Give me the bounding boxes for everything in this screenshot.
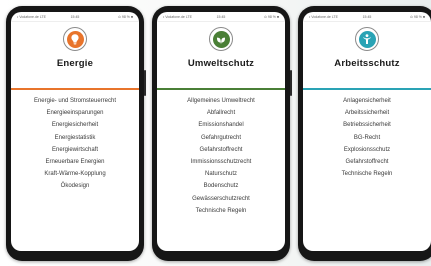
worker-icon	[355, 27, 379, 51]
topic-item[interactable]: Abfallrecht	[157, 107, 285, 119]
screen-energie: • Vodafone.de LTE 15:45 ⊙ 98 % ■ Energie	[11, 12, 139, 251]
topic-list: Anlagensicherheit Arbeitssicherheit Betr…	[303, 90, 431, 180]
status-time: 15:45	[216, 14, 226, 19]
topic-list: Allgemeines Umweltrecht Abfallrecht Emis…	[157, 90, 285, 217]
topic-item[interactable]: Allgemeines Umweltrecht	[157, 95, 285, 107]
topic-list: Energie- und Stromsteuerrecht Energieein…	[11, 90, 139, 193]
lightbulb-icon	[63, 27, 87, 51]
phone-mockups: • Vodafone.de LTE 15:45 ⊙ 98 % ■ Energie	[0, 0, 431, 266]
card-title: Arbeitsschutz	[334, 58, 400, 69]
topic-item[interactable]: Gewässerschutzrecht	[157, 193, 285, 205]
card-header: Arbeitsschutz	[303, 22, 431, 88]
topic-item[interactable]: Naturschutz	[157, 168, 285, 180]
phone-side-button	[290, 70, 292, 96]
status-time: 15:45	[70, 14, 80, 19]
card-title: Energie	[56, 58, 94, 69]
card-header: Umweltschutz	[157, 22, 285, 88]
topic-item[interactable]: Energiesicherheit	[11, 119, 139, 131]
topic-item[interactable]: Energiewirtschaft	[11, 144, 139, 156]
topic-item[interactable]: Energie- und Stromsteuerrecht	[11, 95, 139, 107]
topic-item[interactable]: Bodenschutz	[157, 180, 285, 192]
topic-item[interactable]: Kraft-Wärme-Kopplung	[11, 168, 139, 180]
phone-side-button	[144, 70, 146, 96]
screen-umweltschutz: • Vodafone.de LTE 15:45 ⊙ 98 % ■ Umwelts…	[157, 12, 285, 251]
topic-item[interactable]: Gefahrgutrecht	[157, 132, 285, 144]
topic-item[interactable]: Immissionsschutzrecht	[157, 156, 285, 168]
topic-item[interactable]: Arbeitssicherheit	[303, 107, 431, 119]
topic-item[interactable]: Emissionshandel	[157, 119, 285, 131]
topic-item[interactable]: Gefahrstoffrecht	[303, 156, 431, 168]
topic-item[interactable]: Betriebssicherheit	[303, 119, 431, 131]
phone-umweltschutz: • Vodafone.de LTE 15:45 ⊙ 98 % ■ Umwelts…	[152, 6, 292, 261]
topic-item[interactable]: Energiestatistik	[11, 132, 139, 144]
topic-item[interactable]: Erneuerbare Energien	[11, 156, 139, 168]
status-bar: • Vodafone.de LTE 15:45 ⊙ 98 % ■	[11, 12, 139, 22]
status-bar: • Vodafone.de LTE 15:45 ⊙ 98 % ■	[157, 12, 285, 22]
card-title: Umweltschutz	[187, 58, 255, 69]
status-time: 15:45	[362, 14, 372, 19]
screen-arbeitsschutz: • Vodafone.de LTE 15:45 ⊙ 98 % ■ Arbeits…	[303, 12, 431, 251]
topic-item[interactable]: Technische Regeln	[157, 205, 285, 217]
topic-item[interactable]: BG-Recht	[303, 132, 431, 144]
topic-item[interactable]: Gefahrstoffrecht	[157, 144, 285, 156]
phone-arbeitsschutz: • Vodafone.de LTE 15:45 ⊙ 98 % ■ Arbeits…	[298, 6, 431, 261]
topic-item[interactable]: Energieeinsparungen	[11, 107, 139, 119]
topic-item[interactable]: Technische Regeln	[303, 168, 431, 180]
phone-energie: • Vodafone.de LTE 15:45 ⊙ 98 % ■ Energie	[6, 6, 146, 261]
status-bar: • Vodafone.de LTE 15:45 ⊙ 98 % ■	[303, 12, 431, 22]
card-header: Energie	[11, 22, 139, 88]
leaves-icon	[209, 27, 233, 51]
topic-item[interactable]: Explosionsschutz	[303, 144, 431, 156]
topic-item[interactable]: Ökodesign	[11, 180, 139, 192]
topic-item[interactable]: Anlagensicherheit	[303, 95, 431, 107]
